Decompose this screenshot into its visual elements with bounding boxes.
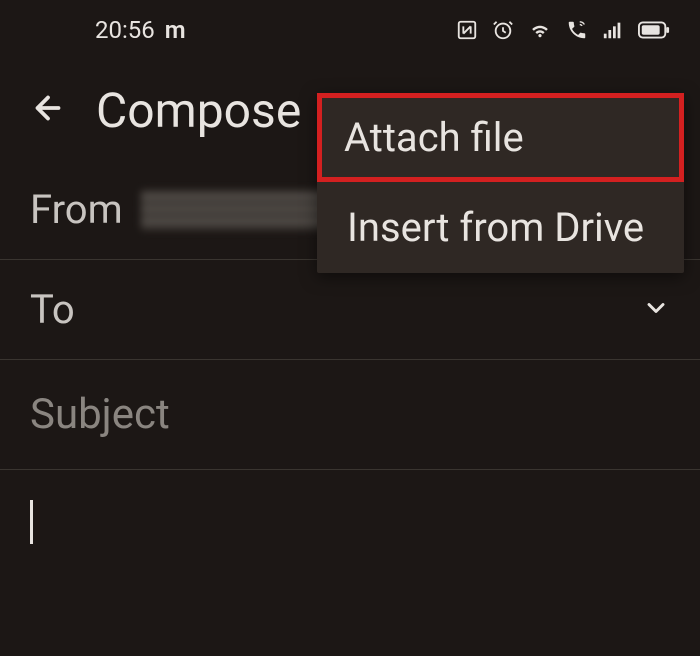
subject-placeholder: Subject — [30, 390, 170, 439]
status-time: 20:56 — [95, 16, 155, 44]
subject-row[interactable]: Subject — [0, 360, 700, 470]
status-bar: 20:56 m — [0, 0, 700, 60]
menu-item-insert-from-drive[interactable]: Insert from Drive — [317, 182, 684, 273]
battery-icon — [638, 21, 670, 39]
wifi-icon — [528, 19, 552, 41]
text-cursor — [30, 500, 33, 544]
from-email-redacted — [141, 190, 341, 230]
to-row[interactable]: To — [0, 260, 700, 360]
from-label: From — [30, 186, 123, 233]
back-button[interactable] — [30, 90, 66, 130]
alarm-icon — [492, 19, 514, 41]
menu-item-attach-file[interactable]: Attach file — [317, 93, 684, 182]
attach-menu: Attach file Insert from Drive — [317, 93, 684, 273]
status-app-indicator: m — [165, 16, 186, 44]
expand-recipients-button[interactable] — [642, 294, 670, 326]
signal-icon — [602, 19, 624, 41]
body-row[interactable] — [0, 470, 700, 574]
wifi-calling-icon — [566, 19, 588, 41]
nfc-icon — [456, 19, 478, 41]
page-title: Compose — [96, 82, 301, 139]
status-right — [456, 19, 670, 41]
to-label: To — [30, 286, 75, 333]
status-left: 20:56 m — [95, 16, 186, 44]
